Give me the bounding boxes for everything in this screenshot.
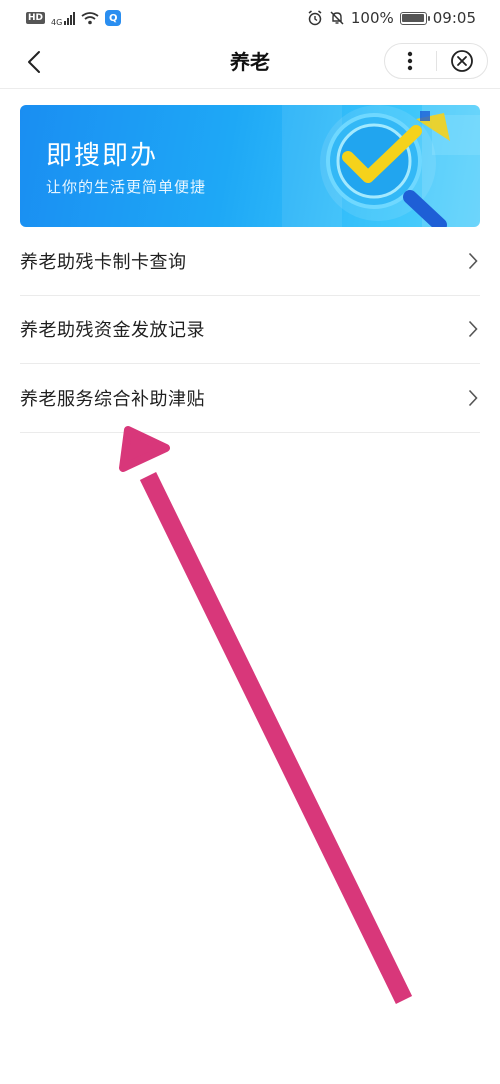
status-bar-left: HD 4G Q [26, 9, 122, 27]
mute-icon [330, 11, 344, 25]
battery-percent: 100% [350, 9, 394, 27]
banner-title: 即搜即办 [46, 141, 159, 171]
title-bar: 养老 [0, 36, 500, 88]
chevron-right-icon [466, 319, 480, 339]
hd-icon: HD [26, 12, 46, 24]
app-icon: Q [105, 10, 122, 26]
close-icon [450, 50, 473, 72]
menu-item-1[interactable]: 养老助残卡制卡查询 [20, 227, 480, 296]
more-icon [408, 51, 413, 71]
chevron-right-icon [466, 388, 480, 408]
wifi-icon [81, 12, 99, 25]
status-bar-right: 100% 09:05 [307, 9, 476, 27]
menu-item-2[interactable]: 养老助残资金发放记录 [20, 296, 480, 364]
banner-subtitle: 让你的生活更简单便捷 [46, 178, 207, 196]
close-button[interactable] [436, 44, 487, 78]
header-divider [0, 88, 500, 89]
menu-item-label: 养老助残卡制卡查询 [20, 251, 187, 273]
clock-time: 09:05 [432, 9, 476, 27]
network-type: 4G [51, 18, 63, 27]
menu-list: 养老助残卡制卡查询 养老助残资金发放记录 养老服务综合补助津贴 [20, 227, 480, 433]
menu-item-label: 养老助残资金发放记录 [20, 320, 205, 342]
alarm-icon [308, 10, 322, 26]
promo-banner[interactable]: 即搜即办 让你的生活更简单便捷 [20, 105, 480, 227]
back-icon [28, 51, 40, 73]
menu-item-label: 养老服务综合补助津贴 [20, 388, 205, 410]
back-button[interactable] [16, 44, 52, 80]
signal-icon [64, 11, 76, 25]
mini-program-capsule [384, 43, 488, 79]
menu-item-3[interactable]: 养老服务综合补助津贴 [20, 364, 480, 433]
search-check-icon [282, 105, 480, 227]
battery-icon [399, 11, 430, 25]
chevron-right-icon [466, 251, 480, 271]
status-bar: HD 4G Q 100% 09:05 [0, 0, 500, 36]
more-button[interactable] [385, 44, 436, 78]
